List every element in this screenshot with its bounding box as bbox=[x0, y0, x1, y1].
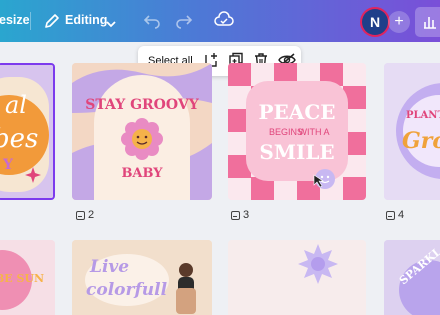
page-1-text-line-2: bes bbox=[0, 124, 38, 154]
page-thumbnail-2[interactable]: STAY GROOVY BABY bbox=[72, 63, 212, 200]
page-number-label: 2 bbox=[88, 209, 95, 221]
page-2-title: STAY GROOVY bbox=[85, 97, 199, 113]
page-4-line-1: PLANT bbox=[406, 110, 440, 121]
page-thumbnail-7[interactable] bbox=[228, 240, 366, 315]
avatar-initial: N bbox=[362, 9, 388, 35]
toolbar-divider bbox=[30, 12, 31, 30]
notes-icon bbox=[386, 210, 395, 220]
redo-icon[interactable] bbox=[175, 12, 193, 35]
insights-button[interactable] bbox=[415, 7, 440, 37]
page-3-line-3: WITH A bbox=[299, 127, 330, 137]
page-number-3: 3 bbox=[231, 209, 249, 221]
page-number-4: 4 bbox=[386, 209, 404, 221]
page-5-text: BE SUN bbox=[0, 272, 44, 285]
chevron-down-icon[interactable] bbox=[106, 15, 116, 33]
page-3-line-1: PEACE bbox=[259, 100, 336, 124]
page-thumbnail-5[interactable]: BE SUN bbox=[0, 240, 55, 315]
page-1-text-line-1: al bbox=[5, 91, 27, 119]
page-4-line-2: Gro bbox=[402, 128, 440, 154]
notes-icon bbox=[231, 210, 240, 220]
cloud-save-icon[interactable] bbox=[214, 11, 234, 34]
bar-chart-icon bbox=[424, 17, 436, 29]
page-number-label: 3 bbox=[243, 209, 250, 221]
pencil-icon[interactable] bbox=[44, 13, 60, 34]
add-collaborator-button[interactable]: + bbox=[388, 11, 410, 33]
notes-icon bbox=[76, 210, 85, 220]
page-1-text-line-3: Y bbox=[2, 157, 14, 173]
avatar[interactable]: N bbox=[360, 7, 390, 37]
page-thumbnail-4[interactable]: PLANT Gro bbox=[384, 63, 440, 200]
plus-icon: + bbox=[394, 13, 404, 30]
page-thumbnail-1[interactable]: al bes Y bbox=[0, 63, 55, 200]
page-6-line-2: colorfull bbox=[86, 280, 168, 300]
page-thumbnail-8[interactable]: SPARKL bbox=[384, 240, 440, 315]
page-number-2: 2 bbox=[76, 209, 94, 221]
page-2-subtitle: BABY bbox=[121, 166, 163, 181]
page-6-line-1: Live bbox=[89, 257, 129, 277]
top-toolbar: esize Editing N + bbox=[0, 0, 440, 42]
page-thumbnail-3[interactable]: PEACE BEGINS WITH A SMILE bbox=[228, 63, 366, 200]
resize-button[interactable]: esize bbox=[0, 13, 30, 27]
undo-icon[interactable] bbox=[143, 12, 161, 35]
page-number-label: 4 bbox=[398, 209, 405, 221]
editing-mode-button[interactable]: Editing bbox=[65, 13, 107, 27]
page-3-line-4: SMILE bbox=[259, 140, 334, 164]
page-thumbnail-6[interactable]: Live colorfull bbox=[72, 240, 212, 315]
